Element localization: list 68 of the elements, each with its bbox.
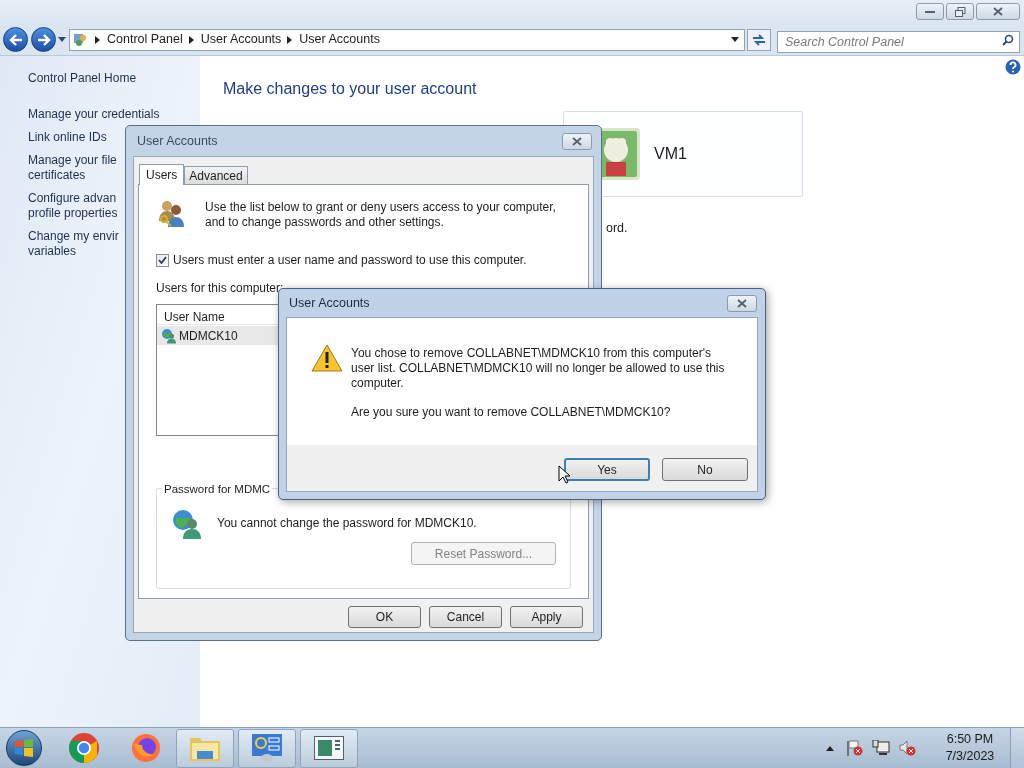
back-button[interactable] xyxy=(3,27,28,52)
volume-muted-icon[interactable] xyxy=(899,740,917,756)
refresh-icon xyxy=(752,33,766,46)
refresh-button[interactable] xyxy=(747,28,771,51)
restore-button[interactable] xyxy=(946,3,974,20)
window-app-icon xyxy=(314,736,344,760)
forward-button[interactable] xyxy=(31,27,56,52)
flag-error-icon[interactable] xyxy=(846,740,864,756)
restore-icon xyxy=(954,6,966,17)
confirm-message: You chose to remove COLLABNET\MDMCK10 from this computer's user list. COLLABNET\MDMCK10 will no longer be allowed to use this computer. xyxy=(351,346,726,391)
close-icon xyxy=(572,136,582,146)
tab[interactable]: Advanced xyxy=(184,166,248,184)
back-arrow-icon xyxy=(8,33,23,46)
minimize-button[interactable] xyxy=(916,3,944,20)
close-button[interactable] xyxy=(562,132,592,150)
tab[interactable]: Users xyxy=(139,164,185,185)
sidebar-link[interactable]: Manage your credentials xyxy=(28,107,200,122)
forward-arrow-icon xyxy=(36,33,51,46)
user-globe-icon xyxy=(171,508,203,540)
confirm-question: Are you sure you want to remove COLLABNET\MDMCK10? xyxy=(351,405,672,420)
mouse-cursor-icon xyxy=(558,465,570,484)
text-fragment: ord. xyxy=(606,220,628,237)
checkbox-label: Users must enter a user name and password to use this computer. xyxy=(173,252,527,269)
chevron-icon[interactable] xyxy=(95,35,100,44)
chevron-icon[interactable] xyxy=(188,35,194,44)
chrome-icon[interactable] xyxy=(68,732,100,764)
check-icon xyxy=(158,256,167,264)
close-button[interactable] xyxy=(976,3,1020,20)
control-panel-icon xyxy=(251,733,283,763)
sidebar-link[interactable]: Control Panel Home xyxy=(28,71,200,86)
control-panel-icon xyxy=(73,31,89,48)
network-icon[interactable] xyxy=(872,740,890,756)
taskbar-app-button[interactable] xyxy=(176,728,234,768)
help-icon[interactable] xyxy=(1005,59,1021,75)
confirm-button[interactable]: Yes xyxy=(564,458,650,481)
dialog-button[interactable]: OK xyxy=(348,606,421,628)
close-icon xyxy=(737,298,747,308)
chevron-icon[interactable] xyxy=(287,35,293,44)
close-button[interactable] xyxy=(727,294,757,312)
dropdown-caret-icon[interactable] xyxy=(731,37,739,42)
description-text: Use the list below to grant or deny users access to your computer, and to change passwords and other settings. xyxy=(205,200,557,230)
warning-icon xyxy=(311,344,343,372)
firefox-icon[interactable] xyxy=(130,732,162,764)
search-field[interactable]: Search Control Panel xyxy=(777,30,1020,53)
taskbar-app-button[interactable] xyxy=(238,728,296,768)
password-info-text: You cannot change the password for MDMCK10. xyxy=(217,515,477,532)
clock-date[interactable]: 7/3/2023 xyxy=(945,748,995,765)
breadcrumb-item[interactable]: User Accounts xyxy=(200,30,282,49)
close-icon xyxy=(993,7,1003,16)
dialog-button[interactable]: Cancel xyxy=(429,606,502,628)
breadcrumb-item[interactable]: User Accounts xyxy=(299,30,380,49)
list-label: Users for this computer: xyxy=(156,280,285,297)
taskbar-app-button[interactable] xyxy=(300,728,358,768)
dialog-title: User Accounts xyxy=(137,132,218,150)
address-bar[interactable]: Control Panel User Accounts User Accounts xyxy=(69,28,745,51)
search-icon xyxy=(1002,33,1014,46)
main-heading: Make changes to your user account xyxy=(223,79,477,99)
windows-logo-icon xyxy=(14,739,34,757)
dialog-button[interactable]: Apply xyxy=(510,606,583,628)
start-button[interactable] xyxy=(6,730,42,766)
dropdown-caret-icon[interactable] xyxy=(58,37,66,42)
confirm-button[interactable]: No xyxy=(662,458,748,481)
show-hidden-icons-icon[interactable] xyxy=(826,745,834,751)
checkbox[interactable] xyxy=(156,253,169,267)
breadcrumb-item[interactable]: Control Panel xyxy=(107,30,183,49)
clock-time[interactable]: 6:50 PM xyxy=(946,731,994,748)
user-icon xyxy=(161,327,177,344)
account-name: VM1 xyxy=(654,144,687,164)
